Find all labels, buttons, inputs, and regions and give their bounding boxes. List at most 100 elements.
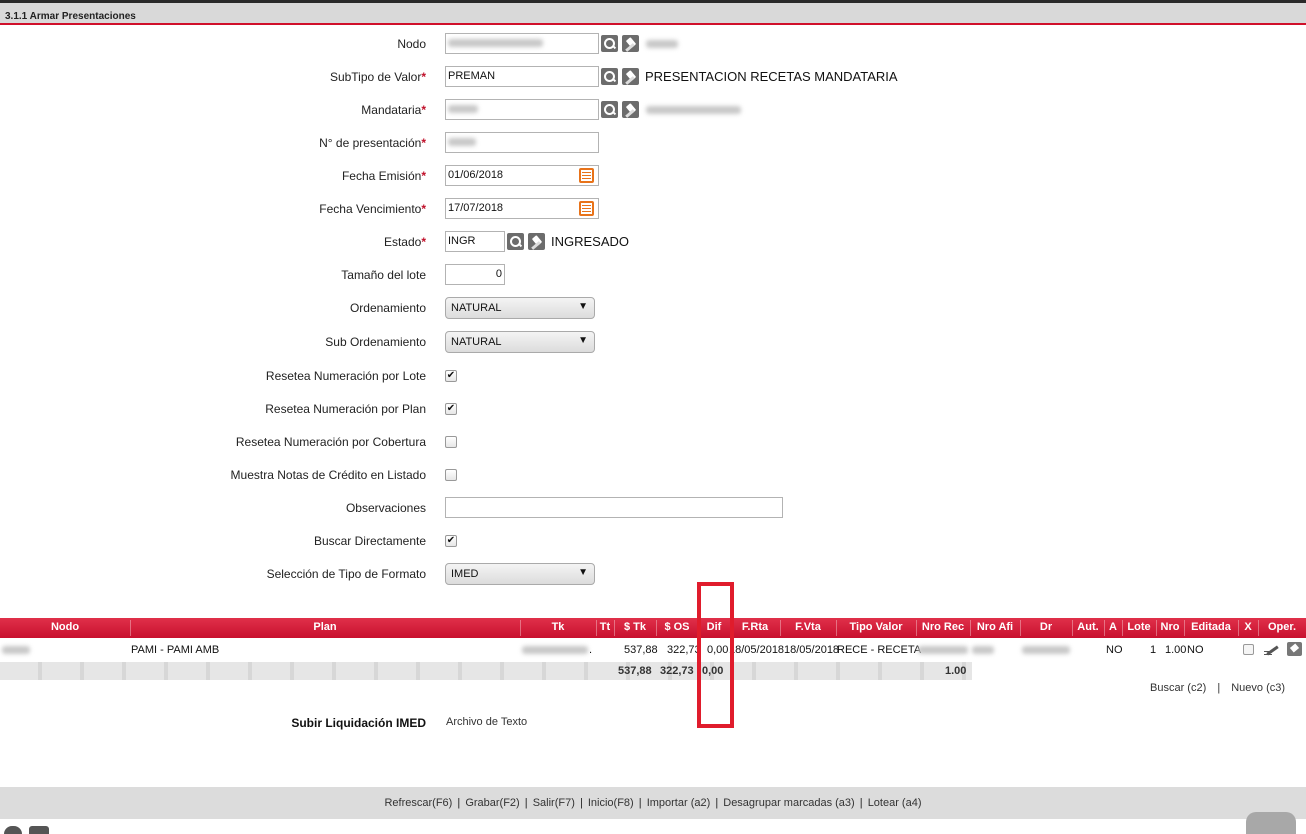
nodo-input[interactable] — [445, 33, 599, 54]
ordenamiento-select[interactable]: NATURAL ▼ — [445, 297, 595, 319]
fecha-vencimiento-input[interactable]: 17/07/2018 — [445, 198, 599, 219]
resetea-cobertura-checkbox[interactable] — [445, 436, 457, 448]
col-divider — [1238, 620, 1239, 636]
inicio-link[interactable]: Inicio(F8) — [588, 797, 634, 809]
estado-desc: INGRESADO — [551, 234, 630, 249]
sub-ordenamiento-select[interactable]: NATURAL ▼ — [445, 331, 595, 353]
redacted-desc — [646, 40, 678, 48]
col-header-nro-afi[interactable]: Nro Afi — [970, 621, 1020, 633]
col-header-nro-rec[interactable]: Nro Rec — [916, 621, 970, 633]
cell-stk: 537,88 — [624, 644, 658, 656]
eraser-icon[interactable] — [622, 101, 639, 118]
table-row[interactable]: PAMI - PAMI AMB . 537,88 322,73 0,00 18/… — [0, 640, 1306, 660]
resetea-lote-label: Resetea Numeración por Lote — [265, 369, 426, 383]
refrescar-link[interactable]: Refrescar(F6) — [384, 797, 452, 809]
col-header-fvta[interactable]: F.Vta — [780, 621, 836, 633]
presentacion-label: N° de presentación* — [319, 136, 426, 150]
tipo-formato-select[interactable]: IMED ▼ — [445, 563, 595, 585]
cell-tipo-valor: RECE - RECETA — [837, 644, 922, 656]
col-header-lote[interactable]: Lote — [1122, 621, 1156, 633]
col-divider — [1072, 620, 1073, 636]
row-resetea-cobertura: Resetea Numeración por Cobertura — [0, 431, 1306, 453]
eraser-icon[interactable] — [622, 35, 639, 52]
edit-icon[interactable] — [1264, 643, 1280, 657]
buscar-directamente-label: Buscar Directamente — [313, 534, 426, 548]
calendar-icon[interactable] — [579, 168, 594, 183]
col-header-frta[interactable]: F.Rta — [730, 621, 780, 633]
observaciones-input[interactable] — [445, 497, 783, 518]
search-icon[interactable] — [601, 68, 618, 85]
cell-tk-suffix: . — [589, 644, 593, 656]
subir-liquidacion-label: Subir Liquidación IMED — [291, 716, 426, 730]
col-header-tk[interactable]: Tk — [520, 621, 596, 633]
col-divider — [780, 620, 781, 636]
row-fecha-emision: Fecha Emisión* 01/06/2018 — [0, 165, 1306, 187]
fecha-emision-input[interactable]: 01/06/2018 — [445, 165, 599, 186]
notas-credito-label: Muestra Notas de Crédito en Listado — [230, 468, 426, 482]
col-divider — [916, 620, 917, 636]
row-notas-credito: Muestra Notas de Crédito en Listado — [0, 464, 1306, 486]
search-icon[interactable] — [601, 35, 618, 52]
col-header-editada[interactable]: Editada — [1184, 621, 1238, 633]
subtipo-input[interactable]: PREMAN — [445, 66, 599, 87]
subir-liquidacion-value[interactable]: Archivo de Texto — [446, 716, 527, 728]
col-header-oper[interactable]: Oper. — [1258, 621, 1306, 633]
buscar-link[interactable]: Buscar (c2) — [1150, 682, 1206, 694]
row-tamano-lote: Tamaño del lote 0 — [0, 264, 1306, 286]
tamano-lote-input[interactable]: 0 — [445, 264, 505, 285]
total-stk: 537,88 — [618, 665, 652, 677]
presentacion-input[interactable] — [445, 132, 599, 153]
row-resetea-plan: Resetea Numeración por Plan ✔ — [0, 398, 1306, 420]
buscar-directamente-checkbox[interactable]: ✔ — [445, 535, 457, 547]
notas-credito-checkbox[interactable] — [445, 469, 457, 481]
sub-ordenamiento-value: NATURAL — [451, 336, 502, 348]
total-sos: 322,73 — [660, 665, 694, 677]
col-header-nodo[interactable]: Nodo — [0, 621, 130, 633]
row-select-checkbox[interactable] — [1243, 644, 1254, 655]
eraser-icon[interactable] — [622, 68, 639, 85]
col-header-tt[interactable]: Tt — [596, 621, 614, 633]
col-header-dr[interactable]: Dr — [1020, 621, 1072, 633]
search-icon[interactable] — [507, 233, 524, 250]
desagrupar-link[interactable]: Desagrupar marcadas (a3) — [723, 797, 854, 809]
grabar-link[interactable]: Grabar(F2) — [465, 797, 519, 809]
col-header-a[interactable]: A — [1104, 621, 1122, 633]
salir-link[interactable]: Salir(F7) — [533, 797, 575, 809]
nuevo-link[interactable]: Nuevo (c3) — [1231, 682, 1285, 694]
chevron-down-icon: ▼ — [578, 335, 588, 346]
row-observaciones: Observaciones — [0, 497, 1306, 519]
fecha-vencimiento-label: Fecha Vencimiento* — [319, 202, 426, 216]
scroll-tab[interactable] — [1246, 812, 1296, 834]
importar-link[interactable]: Importar (a2) — [647, 797, 711, 809]
ordenamiento-value: NATURAL — [451, 302, 502, 314]
estado-input[interactable]: INGR — [445, 231, 505, 252]
redacted-value — [448, 39, 543, 48]
tipo-formato-value: IMED — [451, 568, 479, 580]
col-header-aut[interactable]: Aut. — [1072, 621, 1104, 633]
page-title: 3.1.1 Armar Presentaciones — [5, 11, 136, 22]
subtipo-label: SubTipo de Valor* — [329, 70, 426, 84]
search-icon[interactable] — [601, 101, 618, 118]
eraser-icon[interactable] — [528, 233, 545, 250]
lotear-link[interactable]: Lotear (a4) — [868, 797, 922, 809]
col-header-nro[interactable]: Nro — [1156, 621, 1184, 633]
help-icon[interactable] — [4, 826, 22, 834]
col-header-x[interactable]: X — [1238, 621, 1258, 633]
col-divider — [614, 620, 615, 636]
col-divider — [1156, 620, 1157, 636]
resetea-lote-checkbox[interactable]: ✔ — [445, 370, 457, 382]
col-header-plan[interactable]: Plan — [130, 621, 520, 633]
eraser-icon[interactable] — [1287, 642, 1302, 656]
mandataria-input[interactable] — [445, 99, 599, 120]
resetea-plan-checkbox[interactable]: ✔ — [445, 403, 457, 415]
col-header-tipo-valor[interactable]: Tipo Valor — [836, 621, 916, 633]
home-icon[interactable] — [29, 826, 49, 834]
col-divider — [1104, 620, 1105, 636]
nodo-label: Nodo — [397, 37, 426, 51]
col-divider — [1258, 620, 1259, 636]
col-header-sos[interactable]: $ OS — [656, 621, 698, 633]
cell-editada: NO — [1187, 644, 1204, 656]
redacted-dr — [1022, 646, 1070, 654]
calendar-icon[interactable] — [579, 201, 594, 216]
col-header-stk[interactable]: $ Tk — [614, 621, 656, 633]
